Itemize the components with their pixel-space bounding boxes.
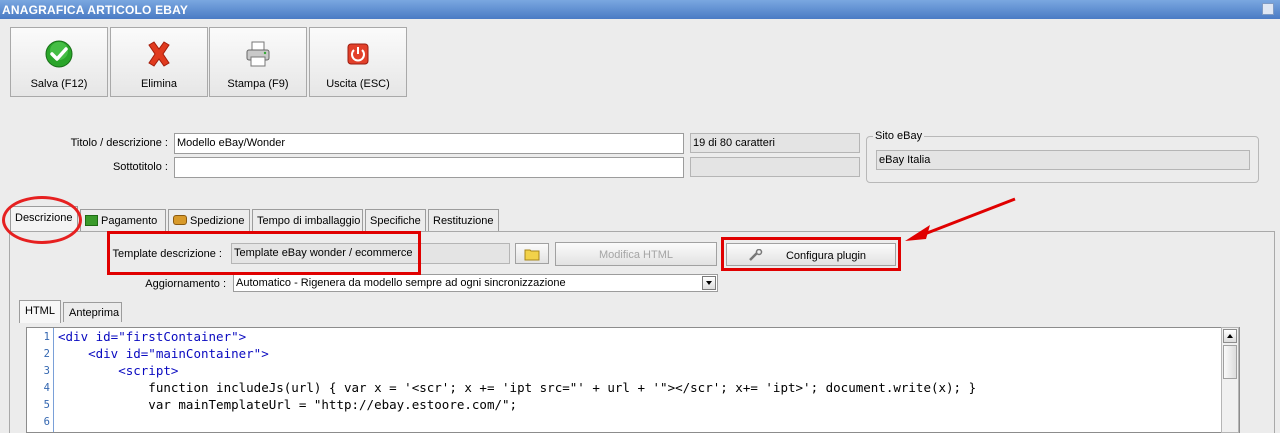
- delete-button-label: Elimina: [140, 78, 178, 90]
- edit-html-button[interactable]: Modifica HTML: [555, 242, 717, 266]
- annotation-rect-plugin: [721, 237, 901, 271]
- annotation-arrow-icon: [905, 197, 1016, 241]
- folder-icon: [524, 249, 540, 261]
- ebay-site-field: eBay Italia: [876, 150, 1250, 170]
- line-number: 2: [43, 348, 50, 360]
- save-button[interactable]: Salva (F12): [10, 27, 108, 97]
- update-mode-value: Automatico - Rigenera da modello sempre …: [236, 277, 566, 289]
- tab-restituzione[interactable]: Restituzione: [428, 209, 499, 231]
- subtitle-char-count-field: [690, 157, 860, 177]
- html-code-editor[interactable]: 1 2 3 4 5 6 <div id="firstContainer"> <d…: [26, 327, 1240, 433]
- subtab-html[interactable]: HTML: [19, 300, 61, 323]
- tab-specifiche-label: Specifiche: [370, 215, 421, 227]
- ebay-site-legend: Sito eBay: [873, 130, 925, 142]
- delete-button[interactable]: Elimina: [110, 27, 208, 97]
- tab-pagamento[interactable]: Pagamento: [80, 209, 166, 231]
- code-line: <div id="mainContainer">: [58, 346, 269, 361]
- tab-spedizione[interactable]: Spedizione: [168, 209, 250, 231]
- subtab-anteprima-label: Anteprima: [69, 307, 120, 319]
- title-label: Titolo / descrizione :: [70, 137, 168, 149]
- delivery-truck-icon: [173, 215, 187, 225]
- line-number: 3: [43, 365, 50, 377]
- window-title: ANAGRAFICA ARTICOLO EBAY: [2, 3, 189, 17]
- exit-button[interactable]: Uscita (ESC): [309, 27, 407, 97]
- tab-pagamento-label: Pagamento: [101, 215, 158, 227]
- tab-tempo-imballaggio-label: Tempo di imballaggio: [257, 215, 361, 227]
- print-button[interactable]: Stampa (F9): [209, 27, 307, 97]
- browse-template-button[interactable]: [515, 243, 549, 264]
- code-line: var mainTemplateUrl = "http://ebay.estoo…: [58, 397, 518, 412]
- line-number: 5: [43, 399, 50, 411]
- checkmark-icon: [45, 40, 73, 68]
- subtitle-input[interactable]: [174, 157, 684, 178]
- update-label: Aggiornamento :: [145, 278, 226, 290]
- update-mode-select[interactable]: Automatico - Rigenera da modello sempre …: [233, 274, 718, 292]
- dropdown-arrow-icon[interactable]: [702, 276, 716, 290]
- window-close-icon[interactable]: [1262, 3, 1274, 15]
- scroll-up-icon[interactable]: [1223, 329, 1237, 343]
- annotation-rect-template: [107, 231, 421, 275]
- edit-html-label: Modifica HTML: [599, 249, 673, 261]
- exit-button-label: Uscita (ESC): [326, 78, 390, 90]
- power-icon: [347, 43, 369, 65]
- line-number: 4: [43, 382, 50, 394]
- line-number: 6: [43, 416, 50, 428]
- print-button-label: Stampa (F9): [227, 78, 289, 90]
- tab-restituzione-label: Restituzione: [433, 215, 494, 227]
- subtitle-label: Sottotitolo :: [112, 161, 168, 173]
- scroll-thumb[interactable]: [1223, 345, 1237, 379]
- ebay-site-group: Sito eBay eBay Italia: [866, 130, 1259, 183]
- subtab-html-label: HTML: [25, 305, 55, 317]
- printer-icon: [246, 41, 270, 67]
- annotation-ellipse: [2, 196, 82, 244]
- line-number: 1: [43, 331, 50, 343]
- tab-tempo-imballaggio[interactable]: Tempo di imballaggio: [252, 209, 363, 231]
- subtab-anteprima[interactable]: Anteprima: [63, 302, 122, 322]
- save-button-label: Salva (F12): [30, 78, 88, 90]
- code-line: <script>: [58, 363, 179, 378]
- tab-specifiche[interactable]: Specifiche: [365, 209, 426, 231]
- tab-spedizione-label: Spedizione: [190, 215, 245, 227]
- char-count-field: 19 di 80 caratteri: [690, 133, 860, 153]
- window-titlebar: ANAGRAFICA ARTICOLO EBAY: [0, 0, 1280, 19]
- title-input[interactable]: Modello eBay/Wonder: [174, 133, 684, 154]
- code-line: function includeJs(url) { var x = '<scr'…: [58, 380, 977, 395]
- editor-vertical-scrollbar[interactable]: [1221, 327, 1239, 433]
- code-line: <div id="firstContainer">: [58, 329, 247, 344]
- delete-x-icon: [148, 41, 170, 67]
- line-number-gutter: 1 2 3 4 5 6: [27, 328, 54, 432]
- money-icon: [85, 215, 98, 226]
